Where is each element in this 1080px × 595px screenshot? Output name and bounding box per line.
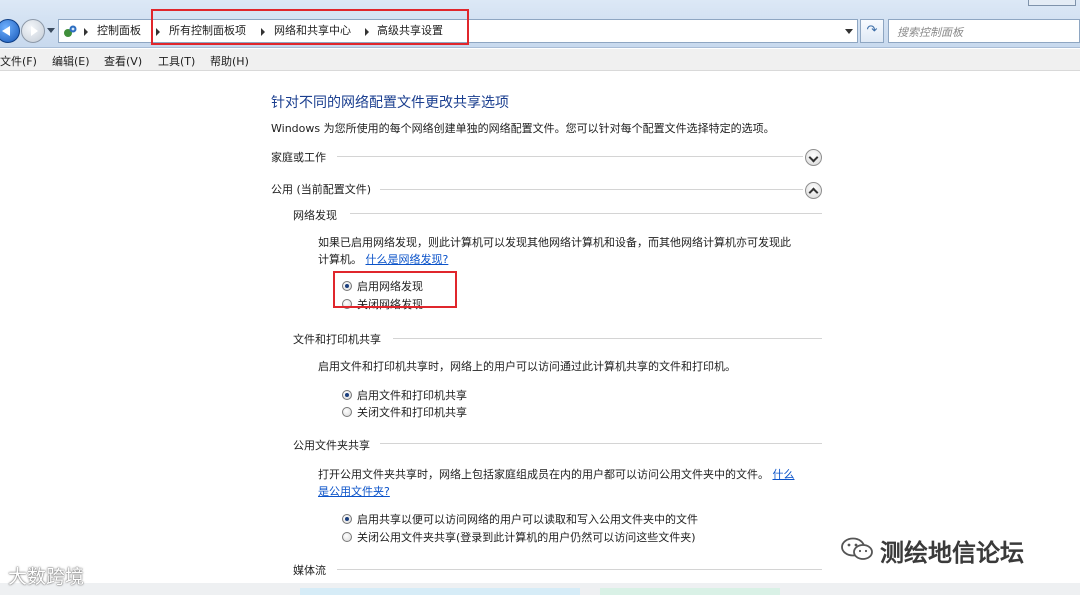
history-dropdown-icon[interactable] [47, 28, 55, 33]
forward-button[interactable] [21, 19, 45, 43]
profile-public-label[interactable]: 公用 (当前配置文件) [271, 181, 371, 197]
refresh-button[interactable]: ↷ [860, 19, 884, 43]
window-controls[interactable] [1028, 0, 1076, 6]
network-discovery-text-2: 计算机。 [318, 253, 362, 266]
search-input[interactable]: 搜索控制面板 [888, 19, 1080, 43]
breadcrumb-highlight-box [151, 9, 469, 45]
bottom-strip-green [600, 588, 780, 595]
public-folder-sharing-text: 打开公用文件夹共享时，网络上包括家庭组成员在内的用户都可以访问公用文件夹中的文件… [318, 468, 769, 481]
disable-file-printer-sharing-radio[interactable] [342, 407, 352, 417]
wechat-icon [841, 537, 873, 560]
watermark-left: 大数跨境 [8, 566, 85, 588]
address-dropdown-icon[interactable] [845, 29, 853, 34]
page-description: Windows 为您所使用的每个网络创建单独的网络配置文件。您可以针对每个配置文… [271, 122, 775, 135]
control-panel-icon [64, 25, 77, 37]
back-button[interactable] [0, 19, 20, 43]
divider [380, 189, 803, 190]
divider [337, 156, 803, 157]
menu-bar: 文件(F) 编辑(E) 查看(V) 工具(T) 帮助(H) [0, 49, 1080, 71]
bottom-strip-blue [300, 588, 580, 595]
network-discovery-highlight-box [333, 271, 457, 308]
what-is-public-folder-link-part1[interactable]: 什么 [773, 468, 795, 481]
menu-file[interactable]: 文件(F) [0, 53, 37, 69]
profile-home-work-label[interactable]: 家庭或工作 [271, 149, 326, 165]
enable-file-printer-sharing-radio[interactable] [342, 390, 352, 400]
expand-home-work-icon[interactable] [805, 149, 822, 166]
enable-public-folder-sharing-radio[interactable] [342, 514, 352, 524]
media-streaming-heading: 媒体流 [293, 564, 326, 577]
divider [380, 443, 822, 444]
disable-public-folder-sharing-radio[interactable] [342, 532, 352, 542]
menu-help[interactable]: 帮助(H) [210, 53, 249, 69]
collapse-public-icon[interactable] [805, 182, 822, 199]
divider [350, 213, 822, 214]
page-title: 针对不同的网络配置文件更改共享选项 [271, 95, 509, 111]
breadcrumb-separator-icon [84, 28, 88, 36]
menu-edit[interactable]: 编辑(E) [52, 53, 90, 69]
search-placeholder: 搜索控制面板 [897, 26, 963, 39]
disable-public-folder-sharing-label[interactable]: 关闭公用文件夹共享(登录到此计算机的用户仍然可以访问这些文件夹) [357, 529, 696, 545]
what-is-network-discovery-link[interactable]: 什么是网络发现? [366, 253, 449, 266]
network-discovery-heading: 网络发现 [293, 209, 337, 222]
watermark-right: 测绘地信论坛 [880, 539, 1024, 567]
public-folder-sharing-heading: 公用文件夹共享 [293, 439, 370, 452]
disable-file-printer-sharing-label[interactable]: 关闭文件和打印机共享 [357, 404, 467, 420]
what-is-public-folder-link-part2[interactable]: 是公用文件夹? [318, 485, 390, 498]
divider [393, 338, 822, 339]
enable-public-folder-sharing-label[interactable]: 启用共享以便可以访问网络的用户可以读取和写入公用文件夹中的文件 [357, 511, 698, 527]
menu-tools[interactable]: 工具(T) [158, 53, 195, 69]
divider [337, 569, 822, 570]
enable-file-printer-sharing-label[interactable]: 启用文件和打印机共享 [357, 387, 467, 403]
file-printer-sharing-text: 启用文件和打印机共享时，网络上的用户可以访问通过此计算机共享的文件和打印机。 [318, 360, 736, 373]
file-printer-sharing-heading: 文件和打印机共享 [293, 333, 381, 346]
breadcrumb-control-panel[interactable]: 控制面板 [97, 20, 141, 42]
menu-view[interactable]: 查看(V) [104, 53, 142, 69]
